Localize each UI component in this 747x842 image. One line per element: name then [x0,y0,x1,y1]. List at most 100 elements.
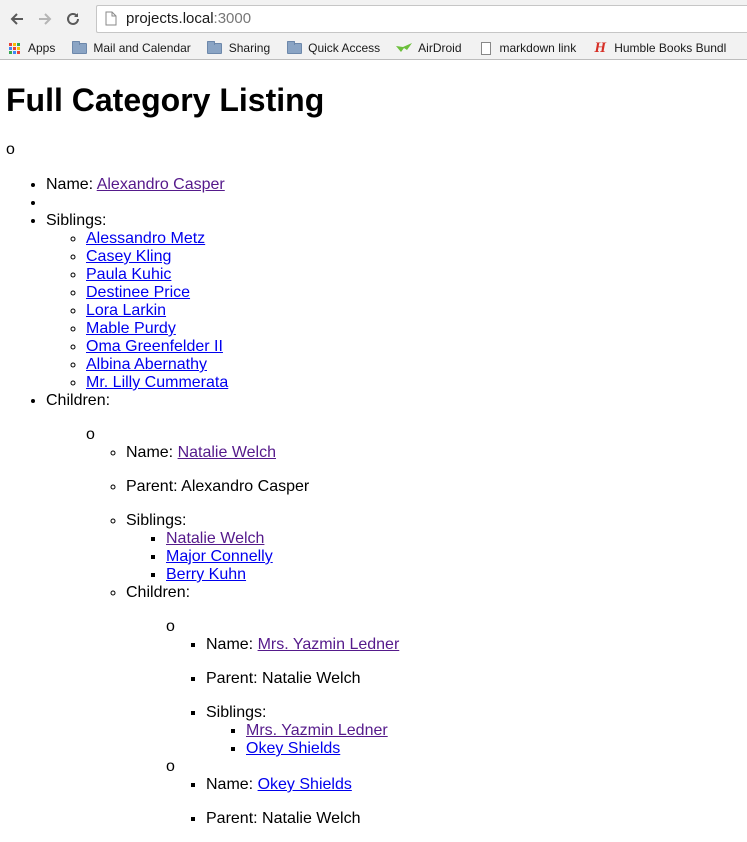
sibling-link[interactable]: Major Connelly [166,548,273,565]
bookmark-airdroid[interactable]: AirDroid [396,41,462,55]
parent-label: Parent: [206,810,258,827]
list-item: Siblings: Mrs. Yazmin Ledner Okey Shield… [206,704,741,758]
forward-button[interactable] [34,8,56,30]
name-label: Name: [46,176,94,193]
bookmark-quick-access[interactable]: Quick Access [286,40,381,55]
bookmark-label: AirDroid [418,41,462,55]
sibling-item: Destinee Price [86,284,741,302]
child-category-list: Name: Natalie Welch Parent: Alexandro Ca… [86,444,741,828]
reload-icon [67,12,79,25]
bookmark-label: markdown link [499,41,577,55]
sibling-item: Okey Shields [246,740,741,758]
url-port: :3000 [213,10,252,27]
category-link[interactable]: Mrs. Yazmin Ledner [258,636,400,653]
sibling-item: Casey Kling [86,248,741,266]
sibling-item: Major Connelly [166,548,741,566]
children-label: Children: [46,392,111,409]
sibling-link[interactable]: Mrs. Yazmin Ledner [246,722,388,739]
parent-label: Parent: [206,670,258,687]
list-item: Parent: Alexandro Casper [126,478,741,496]
category-list: Name: Alexandro Casper Siblings: Alessan… [6,176,741,828]
sibling-link[interactable]: Mr. Lilly Cummerata [86,374,228,391]
page-title: Full Category Listing [6,82,325,118]
bookmark-apps[interactable]: Apps [6,41,55,55]
browser-toolbar: projects.local:3000 [0,0,747,37]
category-link[interactable]: Okey Shields [258,776,352,793]
siblings-label: Siblings: [46,212,107,229]
siblings-list: Natalie Welch Major Connelly Berry Kuhn [126,530,741,584]
sibling-link[interactable]: Albina Abernathy [86,356,207,373]
bookmark-label: Apps [28,41,56,55]
list-item: Name: Mrs. Yazmin Ledner [206,636,741,654]
sibling-item: Oma Greenfelder II [86,338,741,356]
parent-label: Parent: [126,478,178,495]
sibling-item: Paula Kuhic [86,266,741,284]
page-icon [478,41,494,55]
parent-value: Natalie Welch [262,670,361,687]
grandchild-block: o Name: Mrs. Yazmin Ledner Parent: Natal… [126,618,741,828]
list-item: Name: Natalie Welch [126,444,741,462]
list-item: Name: Alexandro Casper [46,176,741,194]
forward-arrow-icon [39,12,52,25]
child-block: o Name: Natalie Welch Parent: Alexandro … [46,426,741,828]
reload-button[interactable] [62,8,84,30]
name-label: Name: [126,444,174,461]
sibling-link[interactable]: Alessandro Metz [86,230,205,247]
list-marker: o [86,426,95,443]
parent-value: Alexandro Casper [181,478,310,495]
folder-icon [207,40,223,55]
category-link[interactable]: Alexandro Casper [97,176,225,193]
list-item: Parent: Natalie Welch [206,670,741,688]
sibling-link[interactable]: Natalie Welch [166,530,264,547]
sibling-item: Lora Larkin [86,302,741,320]
apps-grid-icon [6,42,22,55]
sibling-link[interactable]: Paula Kuhic [86,266,171,283]
bookmark-mail-and-calendar[interactable]: Mail and Calendar [71,40,191,55]
back-arrow-icon [10,12,23,25]
page-icon [105,11,117,26]
list-item: Parent: Natalie Welch [206,810,741,828]
bookmark-humble-books[interactable]: H Humble Books Bundl [592,39,727,56]
sibling-item: Mrs. Yazmin Ledner [246,722,741,740]
siblings-label: Siblings: [206,704,267,721]
sibling-item: Berry Kuhn [166,566,741,584]
sibling-link[interactable]: Okey Shields [246,740,340,757]
siblings-list: Mrs. Yazmin Ledner Okey Shields [206,722,741,758]
name-label: Name: [206,776,254,793]
sibling-item: Mable Purdy [86,320,741,338]
sibling-item: Alessandro Metz [86,230,741,248]
category-link[interactable]: Natalie Welch [178,444,276,461]
humble-icon: H [594,39,607,56]
sibling-link[interactable]: Lora Larkin [86,302,166,319]
sibling-link[interactable]: Mable Purdy [86,320,176,337]
sibling-link[interactable]: Oma Greenfelder II [86,338,223,355]
bookmark-markdown-link[interactable]: markdown link [478,41,577,55]
bookmark-sharing[interactable]: Sharing [207,40,271,55]
bookmark-label: Quick Access [308,41,381,55]
siblings-label: Siblings: [126,512,187,529]
sibling-item: Natalie Welch [166,530,741,548]
url-host: projects.local [126,10,214,27]
parent-value: Natalie Welch [262,810,361,827]
folder-icon [286,40,302,55]
bookmarks-bar: Apps Mail and Calendar Sharing Quick Acc… [0,37,747,60]
bookmark-label: Sharing [228,41,271,55]
list-marker: o [6,141,15,158]
sibling-item: Albina Abernathy [86,356,741,374]
address-bar[interactable]: projects.local:3000 [96,4,747,33]
children-label: Children: [126,584,191,601]
sibling-link[interactable]: Casey Kling [86,248,171,265]
list-marker: o [166,618,175,635]
sibling-link[interactable]: Berry Kuhn [166,566,246,583]
bookmark-label: Humble Books Bundl [614,41,727,55]
sibling-link[interactable]: Destinee Price [86,284,190,301]
list-item-empty [46,194,741,212]
grandchild-category-list: Name: Mrs. Yazmin Ledner Parent: Natalie… [166,636,741,758]
list-item: Siblings: Alessandro Metz Casey Kling Pa… [46,212,741,392]
folder-icon [71,40,87,55]
back-button[interactable] [6,8,28,30]
list-item: Siblings: Natalie Welch Major Connelly B… [126,512,741,584]
list-item: Children: o Name: Mrs. Yazmin Ledner Pa [126,584,741,828]
page-content: Full Category Listing o Name: Alexandro … [0,82,747,828]
grandchild-category-list: Name: Okey Shields Parent: Natalie Welch [166,776,741,828]
